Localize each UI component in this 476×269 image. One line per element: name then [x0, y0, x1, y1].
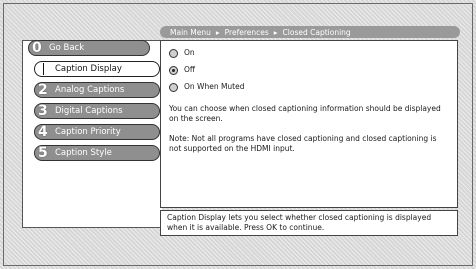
note-text: Note: Not all programs have closed capti…	[169, 134, 437, 154]
menu-item-caption-style[interactable]: 5 Caption Style	[34, 145, 160, 161]
menu-item-go-back[interactable]: 0 Go Back	[28, 40, 150, 56]
radio-button-icon[interactable]	[169, 83, 178, 92]
menu-item-label: Go Back	[49, 43, 85, 53]
breadcrumb: Main Menu ▸ Preferences ▸ Closed Caption…	[160, 26, 460, 38]
radio-button-checked-icon[interactable]	[169, 66, 178, 75]
menu-item-caption-display[interactable]: 1 Caption Display	[34, 61, 160, 77]
description-text: You can choose when closed captioning in…	[169, 104, 441, 124]
help-text: Caption Display lets you select whether …	[167, 213, 432, 232]
option-label: Off	[184, 65, 196, 75]
radio-button-icon[interactable]	[169, 49, 178, 58]
menu-item-label: Analog Captions	[55, 85, 125, 95]
breadcrumb-separator-icon: ▸	[273, 27, 278, 37]
menu-number: 1	[43, 63, 44, 75]
menu-number: 2	[38, 82, 48, 98]
menu-item-digital-captions[interactable]: 3 Digital Captions	[34, 103, 160, 119]
option-on-when-muted[interactable]: On When Muted	[169, 81, 449, 94]
menu-item-label: Caption Priority	[55, 127, 121, 137]
menu-item-analog-captions[interactable]: 2 Analog Captions	[34, 82, 160, 98]
breadcrumb-preferences[interactable]: Preferences	[225, 28, 269, 37]
option-off[interactable]: Off	[169, 64, 449, 77]
content-panel: On Off On When Muted You can choose when…	[160, 40, 458, 208]
help-panel: Caption Display lets you select whether …	[160, 210, 458, 236]
menu-item-label: Caption Display	[55, 64, 122, 74]
menu-number: 3	[38, 103, 48, 119]
breadcrumb-closed-captioning: Closed Captioning	[282, 27, 351, 37]
menu-item-label: Caption Style	[55, 148, 112, 158]
menu-number: 5	[38, 145, 48, 161]
menu-number: 0	[32, 40, 42, 56]
breadcrumb-main-menu[interactable]: Main Menu	[170, 28, 211, 37]
breadcrumb-separator-icon: ▸	[215, 27, 220, 37]
option-label: On	[184, 48, 195, 58]
option-on[interactable]: On	[169, 47, 449, 60]
menu-number: 4	[38, 124, 48, 140]
option-label: On When Muted	[184, 82, 245, 92]
caption-menu: 0 Go Back 1 Caption Display 2 Analog Cap…	[28, 40, 160, 166]
menu-item-caption-priority[interactable]: 4 Caption Priority	[34, 124, 160, 140]
menu-item-label: Digital Captions	[55, 106, 123, 116]
